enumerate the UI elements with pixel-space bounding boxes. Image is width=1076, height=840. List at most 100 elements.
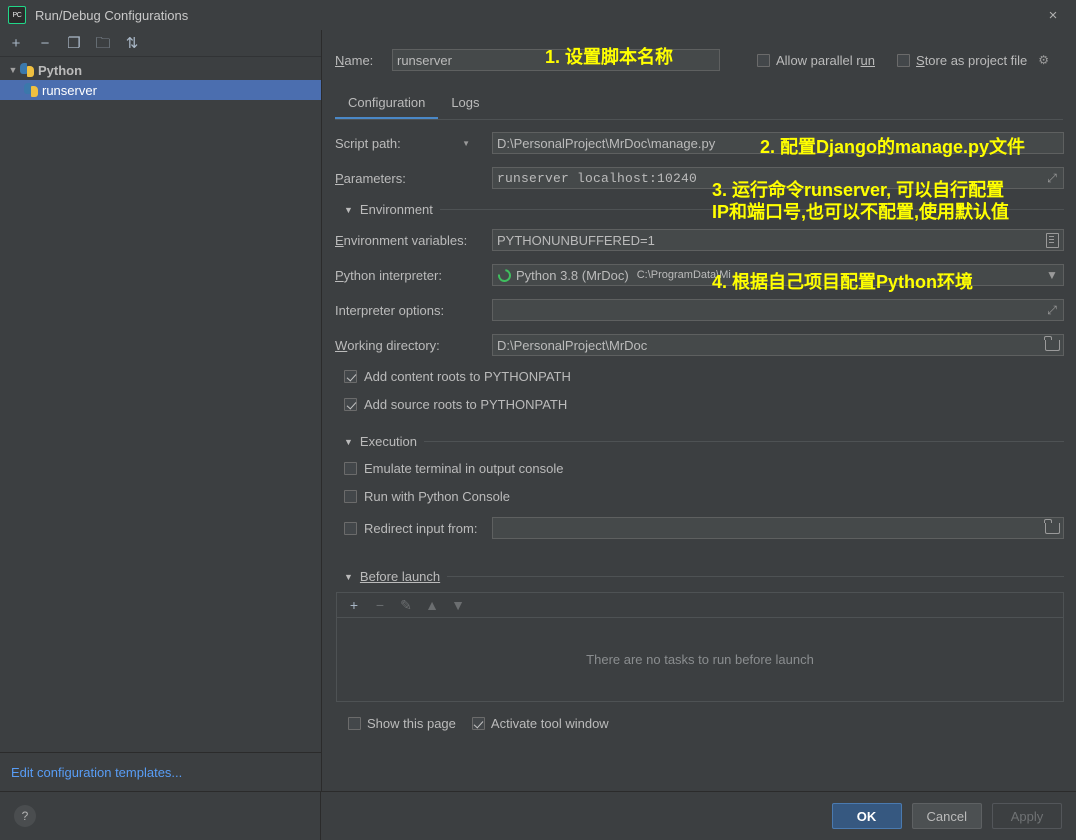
parameters-label: Parameters: — [335, 170, 406, 186]
python-interpreter-icon — [495, 265, 514, 285]
show-this-page-label: Show this page — [367, 716, 456, 731]
chevron-down-icon[interactable]: ▼ — [344, 572, 353, 582]
help-icon[interactable]: ? — [14, 805, 36, 827]
parameters-row: Parameters: runserver localhost:10240 ⤢ — [335, 167, 1064, 189]
working-directory-value: D:\PersonalProject\MrDoc — [497, 337, 648, 353]
chevron-down-icon[interactable]: ▼ — [462, 139, 470, 148]
redirect-input-field[interactable] — [492, 517, 1064, 539]
show-this-page-checkbox[interactable]: Show this page — [348, 716, 456, 731]
tab-logs[interactable]: Logs — [438, 92, 492, 119]
section-rule — [447, 576, 1064, 577]
python-icon — [20, 63, 34, 77]
move-task-down-button: ▼ — [451, 597, 465, 613]
bottom-checkboxes: Show this page Activate tool window — [335, 702, 1064, 731]
before-launch-toolbar: + − ✎ ▲ ▼ — [336, 592, 1064, 617]
store-as-project-file-checkbox[interactable]: Store as project file ⚙ — [897, 53, 1050, 68]
activate-tool-window-checkbox[interactable]: Activate tool window — [471, 716, 609, 731]
footer-buttons: OK Cancel Apply — [321, 792, 1076, 840]
python-icon — [24, 83, 38, 97]
python-interpreter-select[interactable]: Python 3.8 (MrDoc) C:\ProgramData\Mi ▼ — [492, 264, 1064, 286]
dialog-body: + − ❐ 🗀 ⇅ ▼ Python runserver Edit config… — [0, 30, 1076, 791]
gear-icon[interactable]: ⚙ — [1038, 54, 1050, 66]
list-edit-icon[interactable] — [1041, 230, 1063, 250]
folder-icon[interactable] — [1041, 518, 1063, 538]
chevron-down-icon[interactable]: ▼ — [6, 65, 20, 75]
tree-node-python[interactable]: ▼ Python — [0, 60, 321, 80]
add-source-roots-label: Add source roots to PYTHONPATH — [364, 397, 568, 412]
tree-node-runserver[interactable]: runserver — [0, 80, 321, 100]
add-content-roots-label: Add content roots to PYTHONPATH — [364, 369, 571, 384]
allow-parallel-run-checkbox[interactable]: Allow parallel run — [757, 53, 875, 68]
script-path-value: D:\PersonalProject\MrDoc\manage.py — [497, 135, 716, 151]
move-task-up-button: ▲ — [425, 597, 439, 613]
working-directory-input[interactable]: D:\PersonalProject\MrDoc — [492, 334, 1064, 356]
cancel-button[interactable]: Cancel — [911, 803, 982, 829]
sort-configurations-button[interactable]: ⇅ — [120, 33, 144, 53]
checkbox-box[interactable] — [757, 53, 770, 67]
tree-node-label: runserver — [42, 82, 97, 98]
environment-section-header[interactable]: ▼ Environment — [335, 202, 1064, 217]
edit-configuration-templates-link[interactable]: Edit configuration templates... — [11, 765, 182, 780]
python-interpreter-label: Python interpreter: — [335, 267, 442, 283]
add-configuration-button[interactable]: + — [4, 33, 28, 53]
remove-configuration-button[interactable]: − — [33, 33, 57, 53]
checkbox-box[interactable] — [897, 53, 911, 67]
configurations-tree: ▼ Python runserver — [0, 57, 321, 752]
folder-icon[interactable] — [1041, 335, 1063, 355]
edit-task-button: ✎ — [400, 596, 412, 613]
redirect-input-label: Redirect input from: — [364, 520, 478, 536]
name-row: Name: runserver Allow parallel run Store… — [322, 30, 1076, 75]
redirect-input-checkbox[interactable]: Redirect input from: — [344, 521, 492, 536]
interpreter-options-input[interactable]: ⤢ — [492, 299, 1064, 321]
tree-node-label: Python — [38, 62, 83, 78]
pycharm-logo-icon — [8, 6, 26, 24]
script-path-input[interactable]: D:\PersonalProject\MrDoc\manage.py — [492, 132, 1064, 154]
before-launch-task-list[interactable]: There are no tasks to run before launch — [336, 617, 1064, 702]
name-input[interactable]: runserver — [392, 49, 720, 71]
environment-section-label: Environment — [359, 202, 433, 217]
checkbox-box[interactable] — [348, 717, 361, 730]
add-source-roots-checkbox[interactable]: Add source roots to PYTHONPATH — [344, 397, 1064, 412]
ok-button[interactable]: OK — [831, 803, 902, 829]
python-interpreter-value: Python 3.8 (MrDoc) — [516, 267, 629, 283]
emulate-terminal-label: Emulate terminal in output console — [364, 461, 564, 476]
environment-variables-input[interactable]: PYTHONUNBUFFERED=1 — [492, 229, 1064, 251]
add-content-roots-checkbox[interactable]: Add content roots to PYTHONPATH — [344, 369, 1064, 384]
before-launch-section-header[interactable]: ▼ Before launch — [335, 569, 1064, 584]
close-icon[interactable]: × — [1030, 0, 1076, 30]
checkbox-box[interactable] — [344, 521, 357, 535]
parameters-input[interactable]: runserver localhost:10240 ⤢ — [492, 167, 1064, 189]
checkbox-box[interactable] — [344, 370, 357, 383]
new-folder-button[interactable]: 🗀 — [91, 33, 115, 53]
chevron-down-icon[interactable]: ▼ — [344, 437, 353, 447]
emulate-terminal-checkbox[interactable]: Emulate terminal in output console — [344, 461, 1064, 476]
name-label: Name: — [335, 52, 374, 68]
configuration-pane: Name: runserver Allow parallel run Store… — [322, 30, 1076, 791]
activate-tool-window-label: Activate tool window — [490, 716, 609, 731]
expand-icon[interactable]: ⤢ — [1041, 300, 1063, 320]
checkbox-box[interactable] — [471, 717, 485, 730]
checkbox-box[interactable] — [344, 462, 357, 475]
checkbox-box[interactable] — [344, 490, 357, 503]
redirect-input-row: Redirect input from: — [344, 517, 1064, 539]
name-label-rest: ame: — [344, 52, 374, 68]
chevron-down-icon[interactable]: ▼ — [344, 205, 353, 215]
script-path-label: Script path: ▼ — [335, 136, 492, 151]
chevron-down-icon[interactable]: ▼ — [1041, 265, 1063, 285]
window-title: Run/Debug Configurations — [35, 7, 189, 23]
copy-configuration-button[interactable]: ❐ — [62, 33, 86, 53]
environment-variables-value: PYTHONUNBUFFERED=1 — [497, 232, 655, 248]
apply-button: Apply — [992, 803, 1062, 829]
add-task-button[interactable]: + — [344, 595, 364, 615]
tab-configuration[interactable]: Configuration — [335, 92, 439, 119]
execution-section-header[interactable]: ▼ Execution — [335, 434, 1064, 449]
checkbox-box[interactable] — [344, 398, 357, 411]
expand-icon[interactable]: ⤢ — [1041, 168, 1063, 188]
execution-section-label: Execution — [359, 434, 418, 449]
run-with-python-console-checkbox[interactable]: Run with Python Console — [344, 489, 1064, 504]
tab-bar: Configuration Logs — [322, 75, 1076, 119]
working-directory-row: Working directory: D:\PersonalProject\Mr… — [335, 334, 1064, 356]
configuration-form: Script path: ▼ D:\PersonalProject\MrDoc\… — [322, 120, 1076, 791]
python-interpreter-path-hint: C:\ProgramData\Mi — [636, 269, 731, 281]
before-launch-empty-text: There are no tasks to run before launch — [586, 652, 814, 667]
